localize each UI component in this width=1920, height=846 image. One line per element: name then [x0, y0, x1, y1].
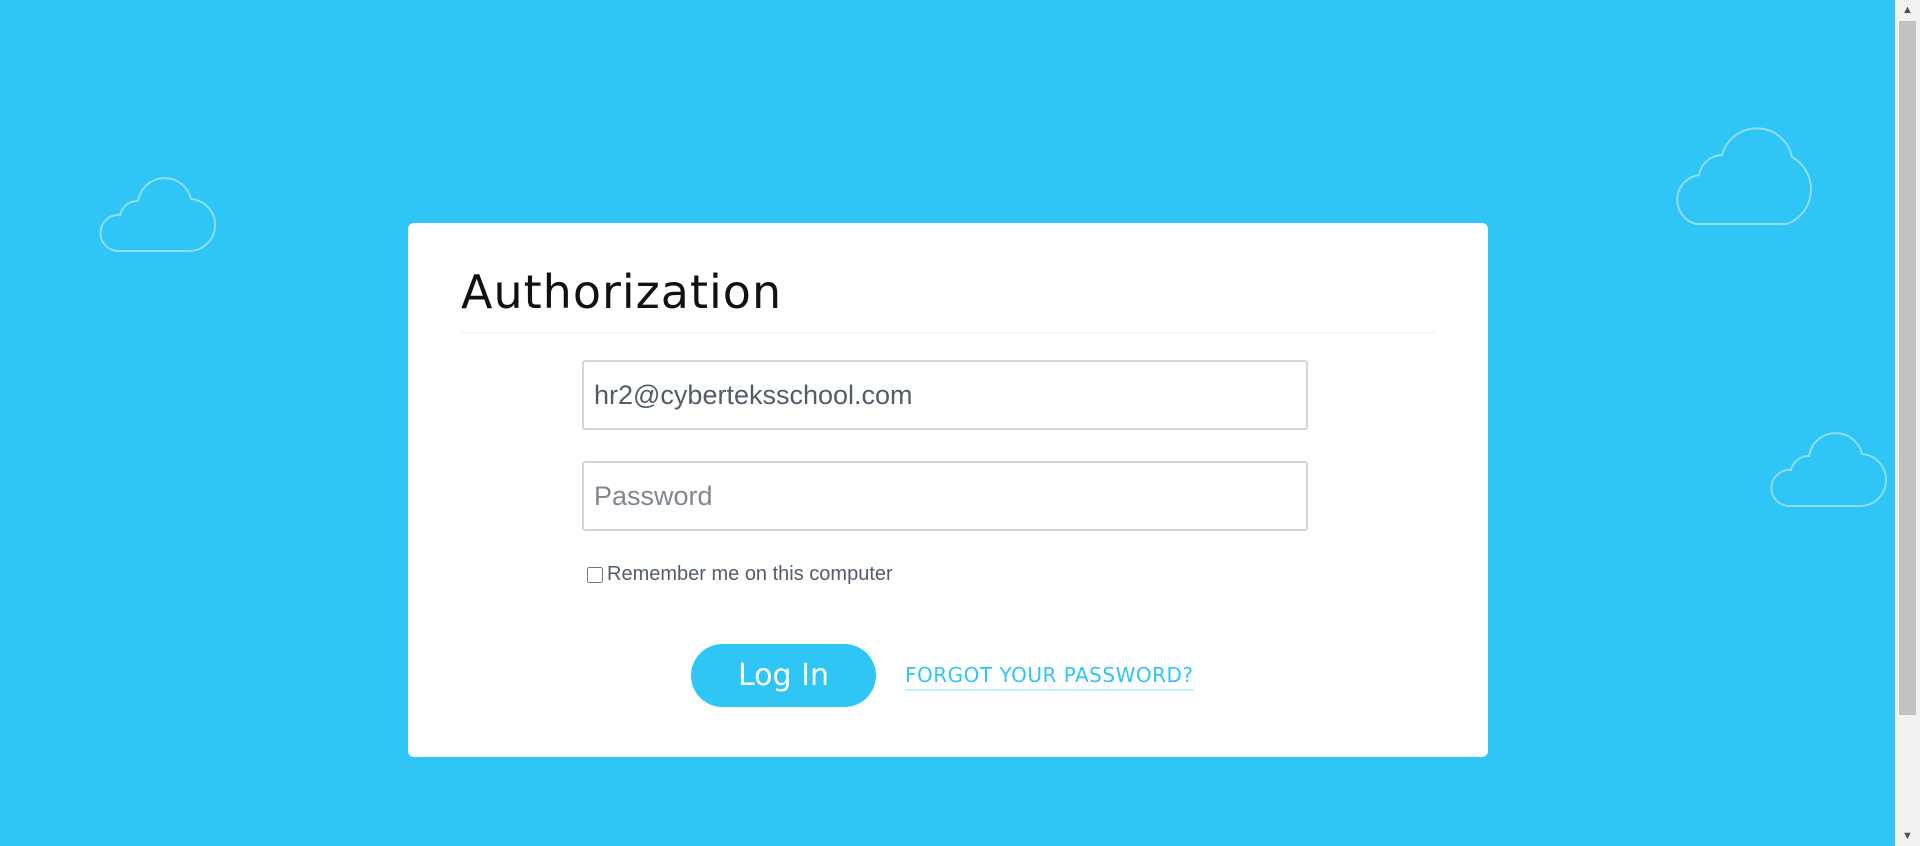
page-title: Authorization [461, 265, 783, 319]
cloud-icon [92, 174, 216, 254]
cloud-icon [1763, 429, 1887, 509]
login-button[interactable]: Log In [691, 644, 876, 707]
vertical-scrollbar[interactable]: ▲ ▼ [1895, 0, 1920, 846]
arrow-up-icon[interactable]: ▲ [1895, 0, 1920, 20]
remember-me-label: Remember me on this computer [607, 563, 893, 585]
title-divider [461, 332, 1435, 333]
login-field[interactable] [582, 360, 1308, 430]
password-field[interactable] [582, 461, 1308, 531]
remember-me-option[interactable]: Remember me on this computer [587, 563, 893, 586]
arrow-down-icon[interactable]: ▼ [1895, 826, 1920, 846]
scrollbar-thumb[interactable] [1899, 21, 1916, 715]
page-background: Authorization Remember me on this comput… [0, 0, 1895, 846]
forgot-password-link[interactable]: FORGOT YOUR PASSWORD? [905, 663, 1194, 691]
login-card: Authorization Remember me on this comput… [408, 223, 1488, 757]
remember-me-checkbox[interactable] [587, 566, 603, 583]
cloud-icon [1664, 123, 1828, 227]
